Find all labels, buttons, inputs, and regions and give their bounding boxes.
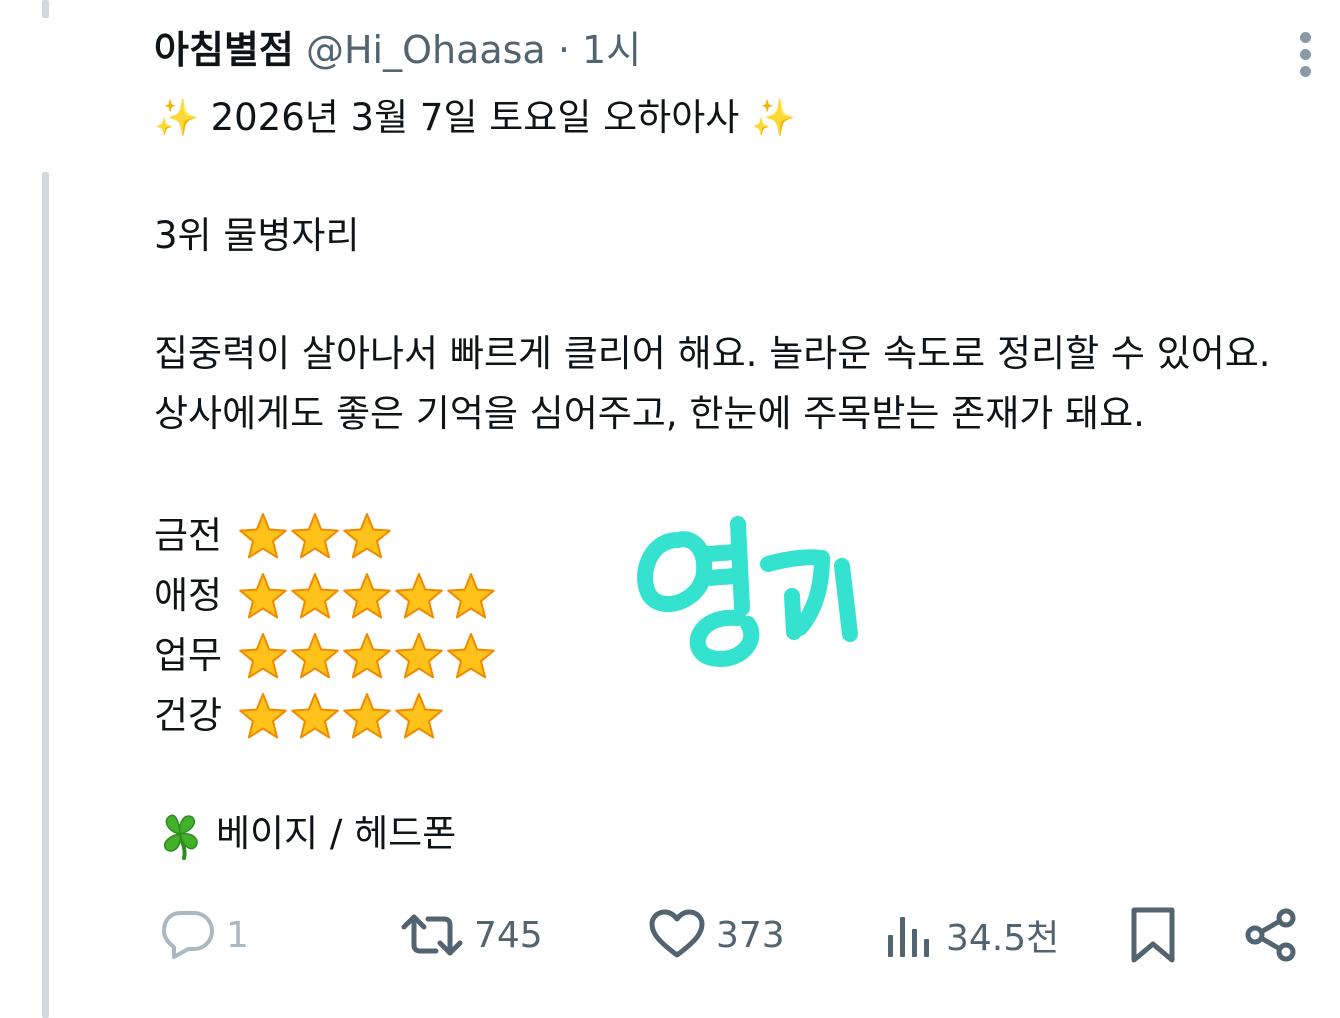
sparkles-icon: ✨ [154, 98, 199, 139]
share-icon [1245, 908, 1296, 962]
star-rating [238, 633, 498, 683]
retweet-button[interactable]: 745 [400, 900, 543, 970]
rating-row: 건강 [154, 688, 443, 744]
like-button[interactable]: 373 [648, 900, 785, 970]
horoscope-rank: 3위 물병자리 [154, 214, 360, 257]
rating-label: 금전 [154, 514, 223, 557]
star-icon [395, 633, 443, 679]
star-icon [343, 513, 391, 559]
more-vertical-icon[interactable] [1288, 28, 1324, 82]
share-button[interactable] [1244, 900, 1298, 970]
tweet-title: 2026년 3월 7일 토요일 오하아사 [210, 96, 740, 139]
star-icon [239, 633, 287, 679]
header-separator: · [557, 28, 570, 72]
bookmark-icon [1131, 907, 1175, 963]
star-icon [447, 573, 495, 619]
star-icon [239, 513, 287, 559]
rating-label: 애정 [154, 574, 223, 617]
rating-row: 업무 [154, 628, 495, 684]
views-count: 34.5천 [946, 918, 1060, 959]
reply-button[interactable]: 1 [160, 900, 249, 970]
rating-label: 업무 [154, 634, 223, 677]
star-icon [291, 693, 339, 739]
heart-icon [649, 909, 705, 958]
star-icon [291, 633, 339, 679]
reply-icon [162, 911, 214, 959]
tweet-header: 아침별점 @Hi_Ohaasa · 1시 [154, 22, 641, 78]
thread-line [42, 172, 49, 1018]
reply-count: 1 [226, 914, 249, 956]
star-icon [343, 633, 391, 679]
views-button[interactable]: 34.5천 [884, 900, 1059, 970]
star-icon [291, 513, 339, 559]
rating-row: 애정 [154, 568, 495, 624]
star-icon [447, 633, 495, 679]
tweet-time[interactable]: 1시 [582, 28, 641, 72]
like-count: 373 [716, 914, 785, 956]
author-handle[interactable]: @Hi_Ohaasa [306, 28, 546, 72]
star-icon [239, 693, 287, 739]
author-name[interactable]: 아침별점 [154, 28, 294, 72]
retweet-icon [401, 914, 463, 956]
handwritten-doodle [637, 516, 858, 667]
thread-line-top [42, 0, 49, 18]
tweet-body-line: 상사에게도 좋은 기억을 심어주고, 한눈에 주목받는 존재가 돼요. [154, 392, 1145, 435]
star-icon [395, 573, 443, 619]
sparkles-icon: ✨ [751, 98, 796, 139]
star-icon [343, 573, 391, 619]
star-rating [238, 573, 498, 623]
views-bar-chart-icon [888, 917, 929, 957]
star-icon [395, 693, 443, 739]
bookmark-button[interactable] [1130, 900, 1176, 970]
star-icon [239, 573, 287, 619]
tweet-body-line: 집중력이 살아나서 빠르게 클리어 해요. 놀라운 속도로 정리할 수 있어요. [154, 332, 1271, 375]
lucky-items: 베이지 / 헤드폰 [216, 812, 457, 855]
star-icon [343, 693, 391, 739]
star-rating [238, 513, 394, 563]
star-icon [291, 573, 339, 619]
rating-label: 건강 [154, 694, 223, 737]
retweet-count: 745 [474, 914, 543, 956]
tweet-title-line: ✨ 2026년 3월 7일 토요일 오하아사 ✨ [154, 90, 796, 147]
rating-row: 금전 [154, 508, 391, 564]
four-leaf-clover-icon [163, 814, 198, 860]
star-rating [238, 693, 446, 743]
